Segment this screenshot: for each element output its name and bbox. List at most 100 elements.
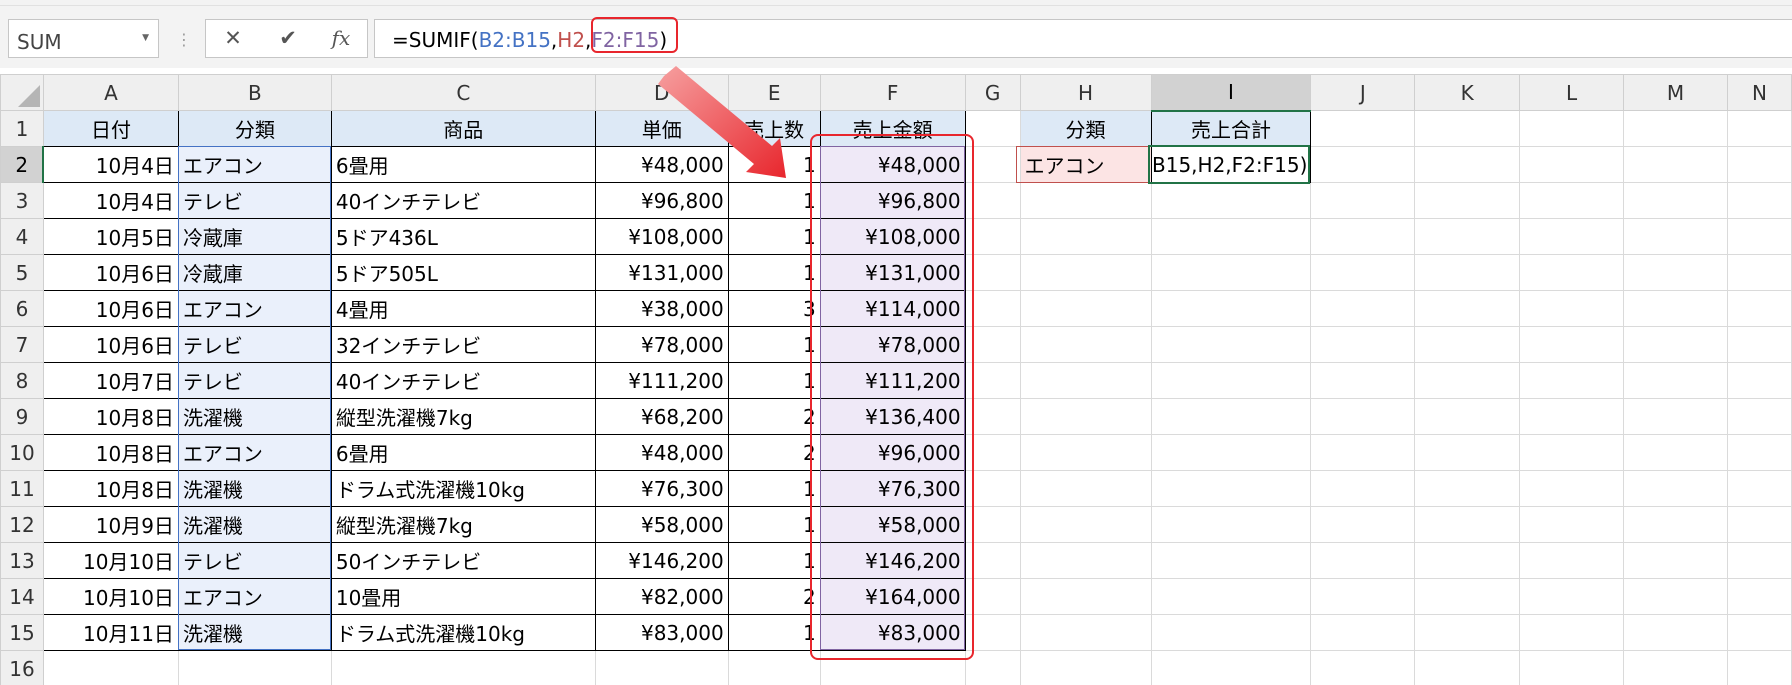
worksheet[interactable]: A B C D E F G H I J K L M N 1 日付 分類 商品 単価 売上数… <box>0 74 1792 685</box>
cell[interactable] <box>1414 650 1521 685</box>
column-header[interactable]: G <box>964 74 1021 111</box>
column-header[interactable]: J <box>1310 74 1416 111</box>
cell[interactable] <box>1414 506 1521 543</box>
cell[interactable] <box>819 650 966 685</box>
table-cell[interactable]: ¥76,300 <box>594 470 729 507</box>
table-cell[interactable]: テレビ <box>177 542 332 579</box>
cell[interactable] <box>1414 362 1521 399</box>
cell[interactable] <box>964 362 1021 399</box>
chevron-down-icon[interactable]: ▼ <box>142 33 149 43</box>
row-header[interactable]: 7 <box>0 326 44 363</box>
cell[interactable] <box>964 614 1021 651</box>
table-header-cell[interactable]: 商品 <box>330 110 596 147</box>
table-cell[interactable]: ¥48,000 <box>594 434 729 471</box>
cell[interactable] <box>1414 290 1521 327</box>
table-cell[interactable]: 10月10日 <box>42 578 179 615</box>
cell[interactable] <box>1414 254 1521 291</box>
row-header[interactable]: 6 <box>0 290 44 327</box>
table-cell[interactable]: ¥78,000 <box>819 326 966 363</box>
cell[interactable] <box>1019 614 1152 651</box>
table-cell[interactable]: 縦型洗濯機7kg <box>330 506 596 543</box>
cell[interactable] <box>964 398 1021 435</box>
table-cell[interactable]: 4畳用 <box>330 290 596 327</box>
cell[interactable] <box>1726 110 1792 147</box>
cell[interactable] <box>1519 362 1625 399</box>
cell[interactable] <box>1519 290 1625 327</box>
table-cell[interactable]: 1 <box>727 146 821 183</box>
row-header[interactable]: 13 <box>0 542 44 579</box>
table-header-cell[interactable]: 売上金額 <box>819 110 966 147</box>
cell[interactable] <box>1150 434 1312 471</box>
cell[interactable] <box>1150 182 1312 219</box>
cell[interactable] <box>1019 362 1152 399</box>
cell[interactable] <box>1726 326 1792 363</box>
vertical-ellipsis-icon[interactable]: ⋮ <box>176 30 192 49</box>
cell[interactable] <box>1150 218 1312 255</box>
cell[interactable] <box>1726 614 1792 651</box>
cell[interactable] <box>1623 434 1728 471</box>
table-cell[interactable]: 1 <box>727 182 821 219</box>
table-cell[interactable]: ¥111,200 <box>819 362 966 399</box>
cell[interactable] <box>1019 542 1152 579</box>
table-cell[interactable]: ¥136,400 <box>819 398 966 435</box>
formula-input[interactable]: =SUMIF(B2:B15,H2,F2:F15) <box>374 17 1792 58</box>
table-cell[interactable]: 10月6日 <box>42 290 179 327</box>
cell[interactable] <box>1310 506 1416 543</box>
table-cell[interactable]: 10月9日 <box>42 506 179 543</box>
table-cell[interactable]: 1 <box>727 470 821 507</box>
table-cell[interactable]: 40インチテレビ <box>330 182 596 219</box>
table-cell[interactable]: ドラム式洗濯機10kg <box>330 614 596 651</box>
cell[interactable] <box>1019 434 1152 471</box>
cell[interactable] <box>1623 146 1728 183</box>
table-cell[interactable]: 50インチテレビ <box>330 542 596 579</box>
column-header[interactable]: K <box>1414 74 1521 111</box>
cell[interactable] <box>1019 506 1152 543</box>
cell[interactable] <box>1726 254 1792 291</box>
insert-function-icon[interactable]: fx <box>318 20 364 57</box>
table-cell[interactable]: ¥48,000 <box>819 146 966 183</box>
cell[interactable] <box>1150 254 1312 291</box>
cell[interactable] <box>1310 614 1416 651</box>
cell[interactable] <box>964 218 1021 255</box>
table-cell[interactable]: ¥58,000 <box>594 506 729 543</box>
table-cell[interactable]: ¥68,200 <box>594 398 729 435</box>
cancel-icon[interactable]: ✕ <box>210 20 256 57</box>
table-cell[interactable]: 10月8日 <box>42 398 179 435</box>
cell[interactable] <box>1623 506 1728 543</box>
table-cell[interactable]: 6畳用 <box>330 146 596 183</box>
table-cell[interactable]: 1 <box>727 218 821 255</box>
table-cell[interactable]: 6畳用 <box>330 434 596 471</box>
table-cell[interactable]: 1 <box>727 326 821 363</box>
column-header[interactable]: N <box>1726 74 1792 111</box>
cell[interactable] <box>1150 542 1312 579</box>
column-header[interactable]: B <box>177 74 332 111</box>
table-cell[interactable]: エアコン <box>177 146 332 183</box>
cell[interactable] <box>1414 542 1521 579</box>
table-cell[interactable]: 3 <box>727 290 821 327</box>
cell[interactable] <box>1726 542 1792 579</box>
table-cell[interactable]: 洗濯機 <box>177 506 332 543</box>
cell[interactable] <box>1519 398 1625 435</box>
cell[interactable] <box>964 326 1021 363</box>
cell[interactable] <box>1414 182 1521 219</box>
cell[interactable] <box>1726 470 1792 507</box>
cell[interactable] <box>1414 398 1521 435</box>
table-cell[interactable]: 1 <box>727 542 821 579</box>
cell[interactable] <box>1310 470 1416 507</box>
cell[interactable] <box>1726 434 1792 471</box>
cell[interactable] <box>1414 434 1521 471</box>
row-header[interactable]: 4 <box>0 218 44 255</box>
column-header[interactable]: E <box>727 74 821 111</box>
cell[interactable] <box>1150 578 1312 615</box>
table-cell[interactable]: ¥164,000 <box>819 578 966 615</box>
cell[interactable] <box>964 182 1021 219</box>
cell[interactable] <box>330 650 596 685</box>
summary-category-cell[interactable]: エアコン <box>1019 146 1152 183</box>
cell[interactable] <box>1150 290 1312 327</box>
cell[interactable] <box>177 650 332 685</box>
table-cell[interactable]: エアコン <box>177 290 332 327</box>
cell[interactable] <box>1150 506 1312 543</box>
cell[interactable] <box>1623 218 1728 255</box>
table-cell[interactable]: 10月5日 <box>42 218 179 255</box>
table-cell[interactable]: ¥83,000 <box>594 614 729 651</box>
